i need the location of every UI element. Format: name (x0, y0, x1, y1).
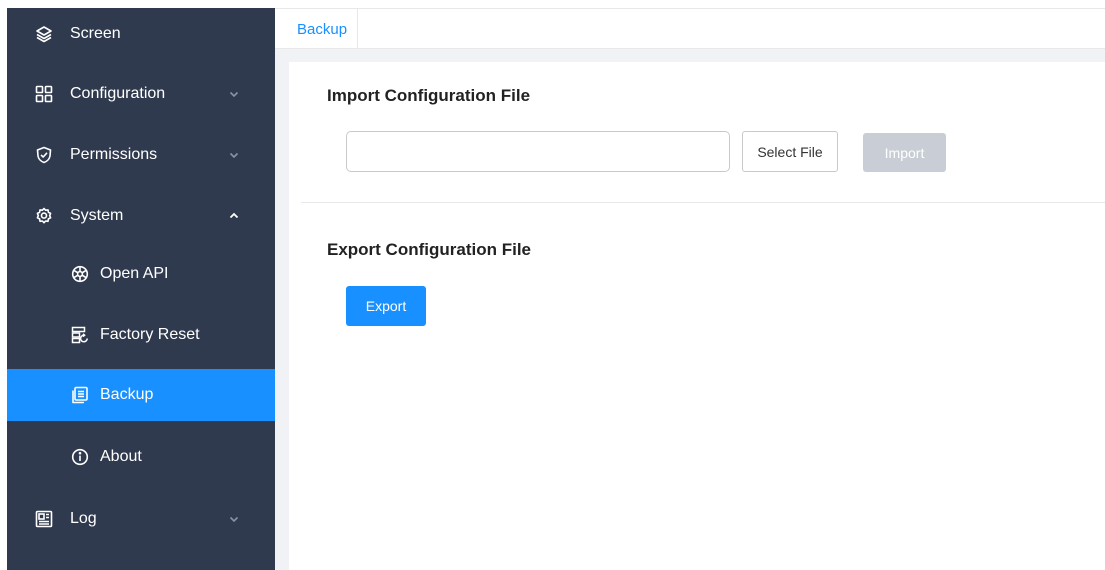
sidebar-item-label: Log (70, 510, 97, 527)
sidebar-item-system[interactable]: System (7, 190, 275, 242)
header-strip (275, 0, 1105, 8)
sidebar-item-label: System (70, 207, 124, 224)
chevron-down-icon (229, 514, 239, 524)
layers-icon (35, 25, 53, 43)
chevron-up-icon (229, 211, 239, 221)
file-path-input[interactable] (346, 131, 730, 172)
sidebar-item-label: Configuration (70, 85, 166, 102)
tab-bar: Backup (275, 8, 1105, 49)
sidebar: Screen Configuration Permissions System … (7, 8, 275, 570)
sidebar-item-about[interactable]: About (7, 431, 275, 483)
section-divider (301, 202, 1105, 203)
tab-backup[interactable]: Backup (287, 9, 359, 49)
sidebar-item-label: Open API (100, 265, 169, 282)
sidebar-item-log[interactable]: Log (7, 493, 275, 545)
sidebar-item-label: Permissions (70, 146, 158, 163)
import-button[interactable]: Import (863, 133, 946, 172)
copy-icon (71, 386, 89, 404)
sidebar-item-label: Screen (70, 25, 121, 42)
chevron-down-icon (229, 150, 239, 160)
log-icon (35, 510, 53, 528)
grid-icon (35, 85, 53, 103)
select-file-button[interactable]: Select File (742, 131, 838, 172)
sidebar-item-open-api[interactable]: Open API (7, 248, 275, 300)
sidebar-item-configuration[interactable]: Configuration (7, 68, 275, 120)
sidebar-item-backup[interactable]: Backup (7, 369, 275, 421)
aperture-icon (71, 265, 89, 283)
export-section-title: Export Configuration File (327, 240, 531, 259)
sidebar-item-screen[interactable]: Screen (7, 8, 275, 60)
reset-icon (71, 326, 89, 344)
gear-icon (35, 207, 53, 225)
sidebar-item-factory-reset[interactable]: Factory Reset (7, 309, 275, 361)
info-icon (71, 448, 89, 466)
import-section-title: Import Configuration File (327, 86, 531, 105)
sidebar-item-label: About (100, 448, 142, 465)
shield-icon (35, 146, 53, 164)
sidebar-item-label: Factory Reset (100, 326, 200, 343)
sidebar-item-permissions[interactable]: Permissions (7, 129, 275, 181)
sidebar-item-label: Backup (100, 386, 154, 403)
chevron-down-icon (229, 89, 239, 99)
export-button[interactable]: Export (346, 286, 426, 326)
